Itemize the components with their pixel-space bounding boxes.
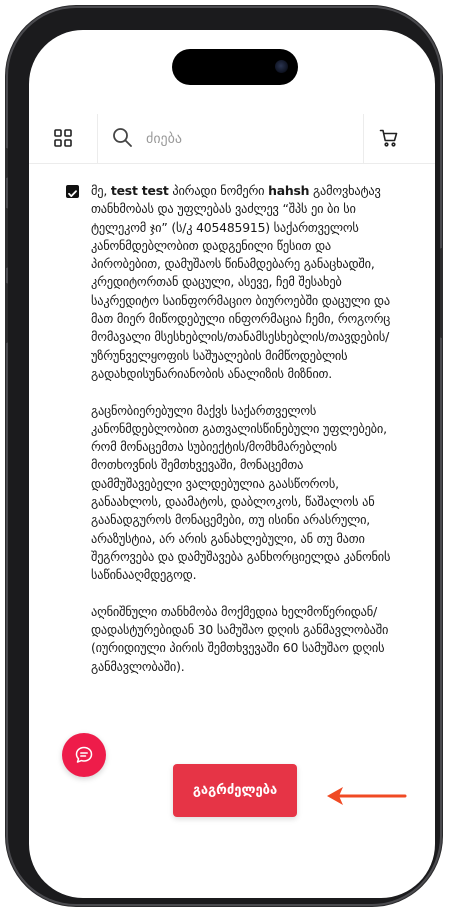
volume-up-button	[5, 208, 8, 268]
action-button	[5, 148, 8, 178]
consent-id-label: პირადი ნომერი	[168, 183, 269, 198]
camera-icon	[275, 60, 288, 73]
consent-paragraph-2: გაცნობიერებული მაქვს საქართველოს კანონმდ…	[91, 402, 391, 583]
chat-button[interactable]	[62, 733, 106, 777]
consent-paragraph-3: აღნიშნული თანხმობა მოქმედია ხელმოწერიდან…	[91, 603, 389, 674]
consent-id-value: hahsh	[268, 183, 310, 198]
search-input[interactable]	[144, 125, 348, 153]
phone-frame: მე, test test პირადი ნომერი hahsh გამოვხ…	[5, 8, 443, 904]
arrow-left-icon	[325, 784, 407, 808]
consent-person-name: test test	[110, 183, 169, 198]
consent-block: მე, test test პირადი ნომერი hahsh გამოვხ…	[66, 182, 391, 694]
grid-icon[interactable]	[53, 128, 73, 148]
search-icon[interactable]	[111, 126, 133, 148]
dynamic-island	[172, 49, 298, 85]
consent-paragraph-1: მე, test test პირადი ნომერი hahsh გამოვხ…	[91, 182, 391, 383]
continue-button[interactable]: გაგრძელება	[173, 764, 297, 817]
consent-intro-prefix: მე,	[91, 183, 111, 198]
consent-text-rest: გამოვხატავ თანხმობას და უფლებას ვაძლევ “…	[91, 183, 391, 381]
volume-down-button	[5, 283, 8, 343]
screen: მე, test test პირადი ნომერი hahsh გამოვხ…	[29, 30, 435, 898]
chat-icon	[75, 746, 93, 763]
consent-checkbox[interactable]	[66, 185, 79, 198]
power-button	[440, 248, 443, 338]
header-divider	[97, 114, 98, 164]
header-divider	[363, 114, 364, 164]
cart-icon[interactable]	[379, 128, 399, 148]
header-bar	[29, 114, 435, 164]
